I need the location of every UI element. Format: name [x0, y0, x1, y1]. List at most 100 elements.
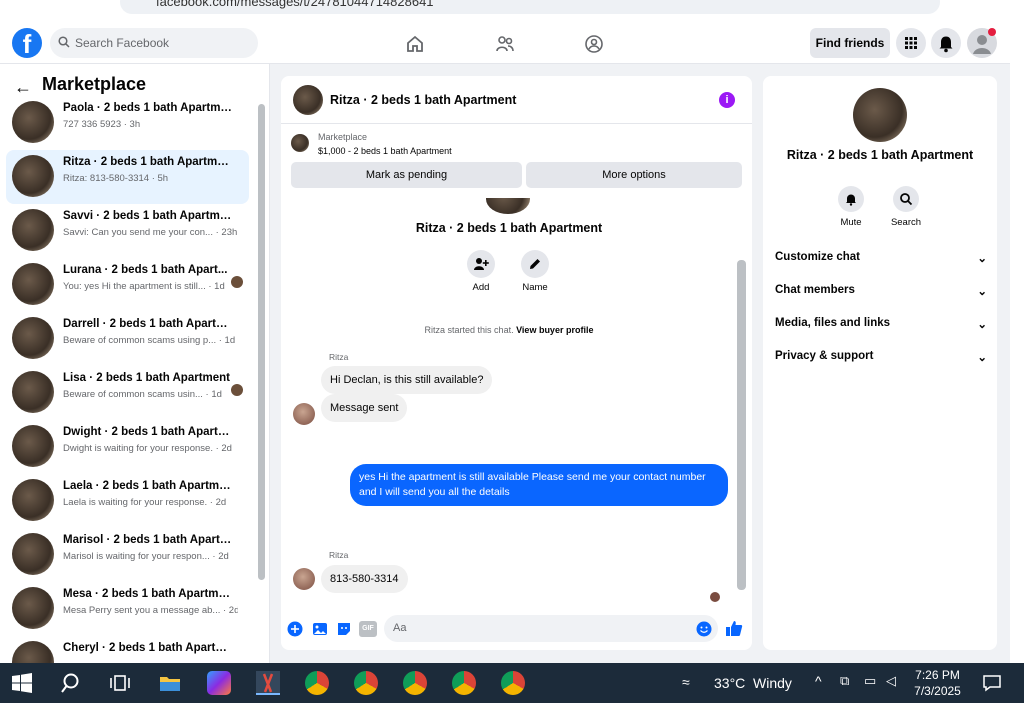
chrome-icon[interactable] [501, 671, 525, 695]
plus-icon[interactable] [287, 621, 303, 637]
sender-avatar[interactable] [293, 403, 315, 425]
conversation-title: Savvi · 2 beds 1 bath Apartment [63, 210, 233, 222]
chevron-up-icon[interactable]: ^ [815, 673, 822, 689]
home-icon[interactable] [405, 34, 425, 54]
more-options-button[interactable]: More options [526, 162, 742, 188]
grid-menu-icon [905, 37, 917, 49]
notifications-button[interactable] [931, 28, 961, 58]
conversation-thumbnail [12, 371, 54, 413]
info-icon[interactable]: i [719, 92, 735, 108]
privacy-support-section[interactable]: Privacy & support ⌄ [775, 350, 987, 364]
gif-icon[interactable]: GIF [359, 621, 377, 637]
find-friends-button[interactable]: Find friends [810, 28, 890, 58]
message-bubble[interactable]: Message sent [321, 394, 408, 422]
facebook-logo[interactable]: f [12, 28, 42, 59]
chrome-icon[interactable] [403, 671, 427, 695]
conversation-item[interactable]: Laela · 2 beds 1 bath Apartment Laela is … [6, 474, 249, 528]
conversation-preview: Marisol is waiting for your respon... · … [63, 551, 229, 562]
add-action[interactable]: Add [451, 250, 511, 293]
chat-members-section[interactable]: Chat members ⌄ [775, 284, 987, 298]
chrome-icon[interactable] [354, 671, 378, 695]
thread-scrollbar[interactable] [737, 260, 746, 590]
name-action[interactable]: Name [505, 250, 565, 293]
conversation-item[interactable]: Savvi · 2 beds 1 bath Apartment Savvi: Ca… [6, 204, 249, 258]
conversation-preview: Dwight is waiting for your response. · 2… [63, 443, 232, 454]
chevron-down-icon: ⌄ [977, 253, 987, 265]
volume-icon[interactable]: ◁ [886, 673, 896, 689]
task-view-icon[interactable] [108, 671, 132, 695]
media-files-section[interactable]: Media, files and links ⌄ [775, 317, 987, 331]
conversation-scrollbar[interactable] [258, 104, 265, 580]
sender-name: Ritza [329, 550, 349, 560]
search-action[interactable]: Search [886, 186, 926, 228]
clock[interactable]: 7:26 PM 7/3/2025 [905, 667, 970, 699]
weather-icon[interactable]: ≈ [682, 674, 690, 690]
back-arrow-icon[interactable]: ← [14, 77, 32, 98]
conversation-item[interactable]: Darrell · 2 beds 1 bath Apartment Beware … [6, 312, 249, 366]
copilot-icon[interactable] [207, 671, 231, 695]
chrome-icon[interactable] [305, 671, 329, 695]
snipping-tool-icon[interactable] [256, 671, 280, 695]
conversation-thumbnail [12, 479, 54, 521]
conversation-title: Ritza · 2 beds 1 bath Apartment [63, 156, 233, 168]
friends-icon[interactable] [495, 34, 515, 54]
message-bubble[interactable]: Hi Declan, is this still available? [321, 366, 493, 394]
mark-pending-button[interactable]: Mark as pending [291, 162, 522, 188]
conversation-item[interactable]: Marisol · 2 beds 1 bath Apartm... Marisol… [6, 528, 249, 582]
conversation-title: Paola · 2 beds 1 bath Apartment [63, 102, 233, 114]
file-explorer-icon[interactable] [158, 671, 182, 695]
emoji-icon[interactable] [696, 621, 712, 637]
menu-button[interactable] [896, 28, 926, 58]
my-message-bubble[interactable]: yes Hi the apartment is still available … [350, 464, 728, 506]
profile-avatar-button[interactable] [967, 28, 997, 58]
thread-title: Ritza · 2 beds 1 bath Apartment [415, 221, 603, 235]
conversation-item[interactable]: Ritza · 2 beds 1 bath Apartment Ritza: 81… [6, 150, 249, 204]
mute-action[interactable]: Mute [831, 186, 871, 228]
windows-start-icon[interactable] [12, 673, 32, 693]
view-buyer-profile-link[interactable]: View buyer profile [516, 325, 593, 335]
conversation-preview: 727 336 5923 · 3h [63, 119, 141, 130]
conversation-item[interactable]: Lisa · 2 beds 1 bath Apartment Beware of … [6, 366, 249, 420]
temperature[interactable]: 33°C [714, 675, 745, 691]
chat-title[interactable]: Ritza · 2 beds 1 bath Apartment [330, 93, 516, 107]
meet-icon[interactable]: ⧉ [840, 673, 849, 689]
conversation-title: Mesa · 2 beds 1 bath Apartment [63, 588, 233, 600]
conversation-title: Darrell · 2 beds 1 bath Apartment [63, 318, 233, 330]
bell-icon [846, 194, 856, 206]
search-placeholder: Search Facebook [75, 36, 170, 50]
chevron-down-icon: ⌄ [977, 352, 987, 364]
conversation-preview: Savvi: Can you send me your con... · 23h [63, 227, 238, 238]
customize-chat-section[interactable]: Customize chat ⌄ [775, 251, 987, 265]
conversation-thumbnail [12, 209, 54, 251]
conversation-item[interactable]: Lurana · 2 beds 1 bath Apart... You: yes … [6, 258, 249, 312]
sender-avatar[interactable] [293, 568, 315, 590]
sticker-icon[interactable] [336, 621, 352, 637]
thumbs-up-icon[interactable] [725, 619, 743, 637]
message-bubble[interactable]: 813-580-3314 [321, 565, 408, 593]
photo-icon[interactable] [312, 621, 328, 637]
pencil-icon [530, 259, 540, 269]
section-label: Media, files and links [775, 317, 891, 329]
conversation-item[interactable]: Paola · 2 beds 1 bath Apartment 727 336 5… [6, 96, 249, 150]
chat-details-panel: Ritza · 2 beds 1 bath Apartment Mute Sea… [763, 76, 997, 650]
search-input[interactable]: Search Facebook [50, 28, 258, 58]
seen-avatar [231, 276, 243, 288]
chrome-icon[interactable] [452, 671, 476, 695]
conversation-item[interactable]: Dwight · 2 beds 1 bath Apartme... Dwight … [6, 420, 249, 474]
conversation-thumbnail [12, 155, 54, 197]
details-avatar[interactable] [853, 88, 907, 142]
address-bar[interactable]: facebook.com/messages/t/2478104471482864… [120, 0, 940, 14]
groups-icon[interactable] [584, 34, 604, 54]
listing-thumbnail [291, 134, 309, 152]
notification-center-icon[interactable] [982, 673, 1002, 693]
message-input[interactable]: Aa [384, 615, 718, 642]
section-label: Privacy & support [775, 350, 874, 362]
network-icon[interactable]: ▭ [864, 673, 876, 689]
conversation-item[interactable]: Mesa · 2 beds 1 bath Apartment Mesa Perry… [6, 582, 249, 636]
system-message: Ritza started this chat. View buyer prof… [281, 325, 737, 335]
search-icon[interactable] [60, 671, 84, 695]
weather-condition[interactable]: Windy [753, 675, 792, 691]
chat-avatar[interactable] [293, 85, 323, 115]
page-scrollbar[interactable] [1010, 14, 1024, 663]
conversation-item[interactable]: Cheryl · 2 beds 1 bath Apartment [6, 636, 249, 663]
